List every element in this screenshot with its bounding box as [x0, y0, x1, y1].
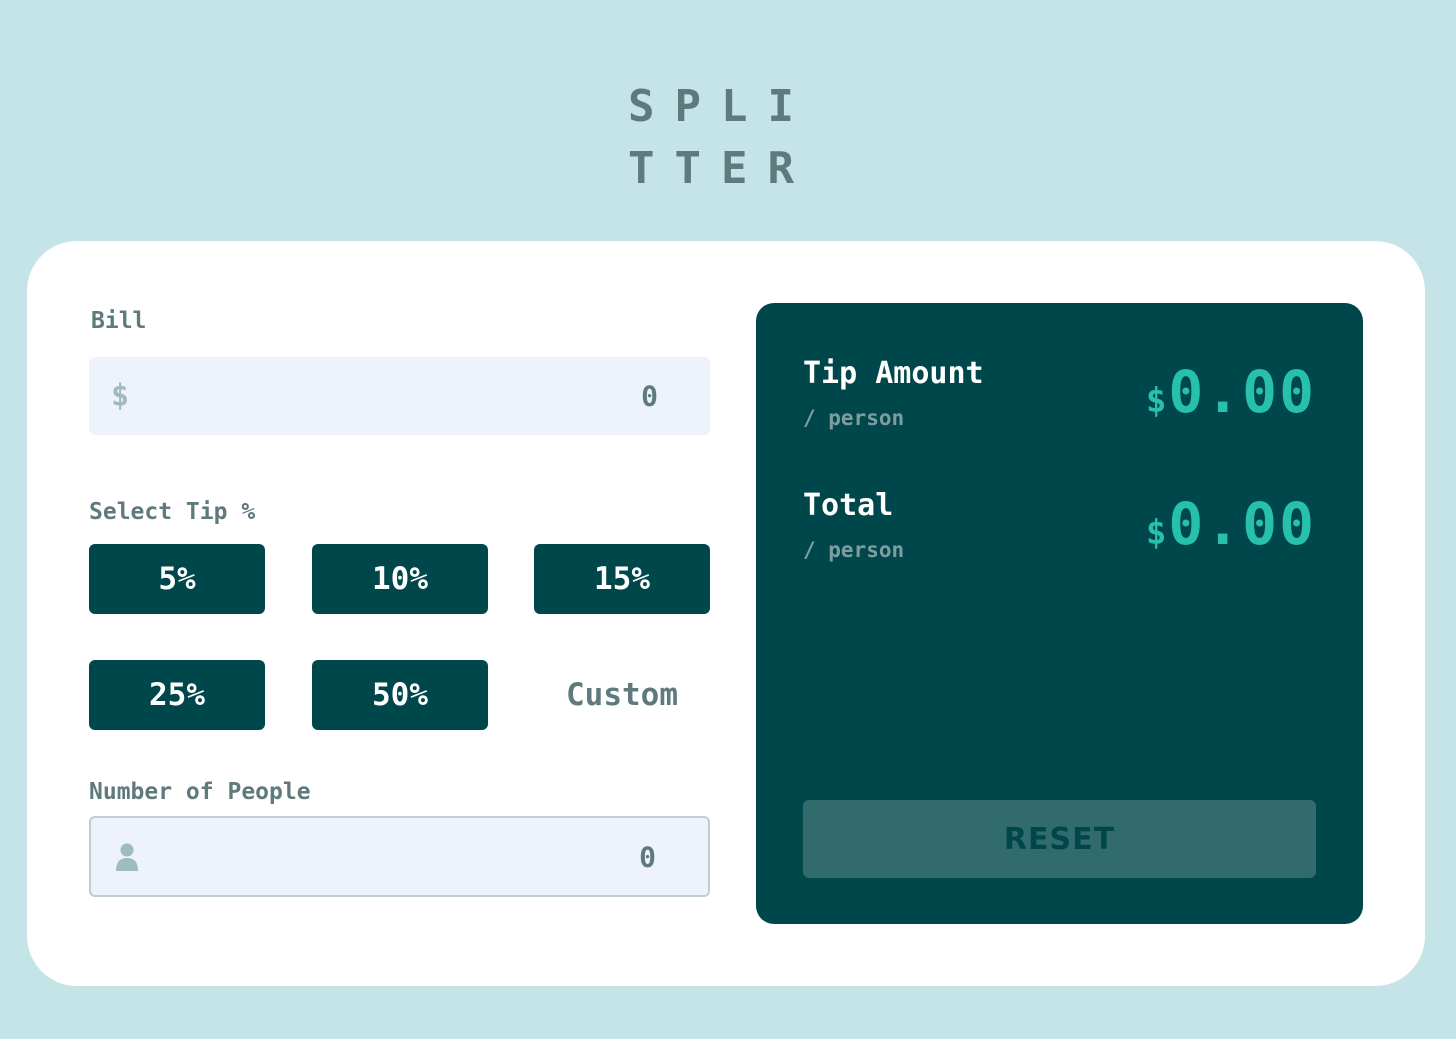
- tip-amount-title: Tip Amount: [803, 356, 984, 391]
- tip-button-10[interactable]: 10%: [312, 544, 488, 614]
- total-title: Total: [803, 488, 894, 523]
- total-currency: $: [1145, 513, 1167, 553]
- tip-button-15[interactable]: 15%: [534, 544, 710, 614]
- people-field[interactable]: 0: [89, 816, 710, 897]
- people-label: Number of People: [89, 779, 311, 805]
- bill-label: Bill: [91, 308, 147, 334]
- logo-line-1: SPLI: [628, 81, 814, 132]
- total-per-person: / person: [803, 538, 905, 562]
- people-input[interactable]: 0: [536, 840, 656, 873]
- results-panel: Tip Amount / person $ 0.00 Total / perso…: [756, 303, 1363, 924]
- bill-input[interactable]: 0: [538, 380, 658, 413]
- reset-button[interactable]: RESET: [803, 800, 1316, 878]
- tip-amount-number: 0.00: [1168, 358, 1316, 426]
- tip-button-50[interactable]: 50%: [312, 660, 488, 730]
- tip-button-5[interactable]: 5%: [89, 544, 265, 614]
- tip-button-25[interactable]: 25%: [89, 660, 265, 730]
- dollar-icon: $: [111, 378, 130, 414]
- person-icon: [115, 842, 139, 872]
- logo-line-2: TTER: [628, 143, 814, 194]
- tip-amount-per-person: / person: [803, 406, 905, 430]
- bill-field[interactable]: $ 0: [89, 357, 710, 435]
- tip-currency: $: [1145, 381, 1167, 421]
- select-tip-label: Select Tip %: [89, 499, 256, 525]
- tip-amount-value: $ 0.00: [1146, 358, 1316, 426]
- app-logo: SPLI TTER: [628, 76, 828, 200]
- custom-tip-input[interactable]: Custom: [534, 660, 710, 730]
- calculator-card: Bill $ 0 Select Tip % 5% 10% 15% 25% 50%…: [27, 241, 1425, 986]
- total-number: 0.00: [1168, 490, 1316, 558]
- total-value: $ 0.00: [1146, 490, 1316, 558]
